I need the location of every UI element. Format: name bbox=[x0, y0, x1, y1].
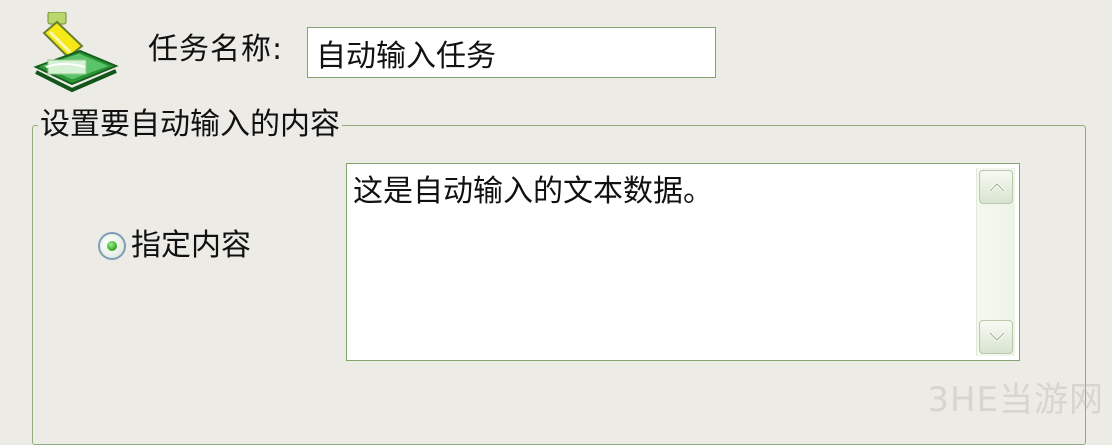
watermark: 3HE当游网 bbox=[927, 380, 1104, 420]
scroll-up-button[interactable] bbox=[979, 170, 1013, 204]
content-textarea-value: 这是自动输入的文本数据。 bbox=[353, 174, 713, 209]
radio-label[interactable]: 指定内容 bbox=[131, 228, 251, 264]
specified-content-option[interactable]: 指定内容 bbox=[98, 228, 251, 264]
chevron-up-icon bbox=[988, 181, 1006, 193]
chevron-down-icon bbox=[988, 331, 1006, 343]
scroll-down-button[interactable] bbox=[979, 320, 1013, 354]
radio-button[interactable] bbox=[98, 232, 126, 260]
radio-selected-dot bbox=[107, 241, 117, 251]
task-name-input[interactable] bbox=[307, 27, 716, 78]
watermark-text: 3HE当游网 bbox=[927, 380, 1104, 420]
textarea-scrollbar[interactable] bbox=[976, 168, 1015, 356]
task-name-label: 任务名称: bbox=[148, 32, 284, 67]
content-group-title: 设置要自动输入的内容 bbox=[38, 106, 342, 144]
content-textarea[interactable]: 这是自动输入的文本数据。 bbox=[346, 163, 1020, 361]
task-usb-paper-icon bbox=[30, 11, 122, 96]
